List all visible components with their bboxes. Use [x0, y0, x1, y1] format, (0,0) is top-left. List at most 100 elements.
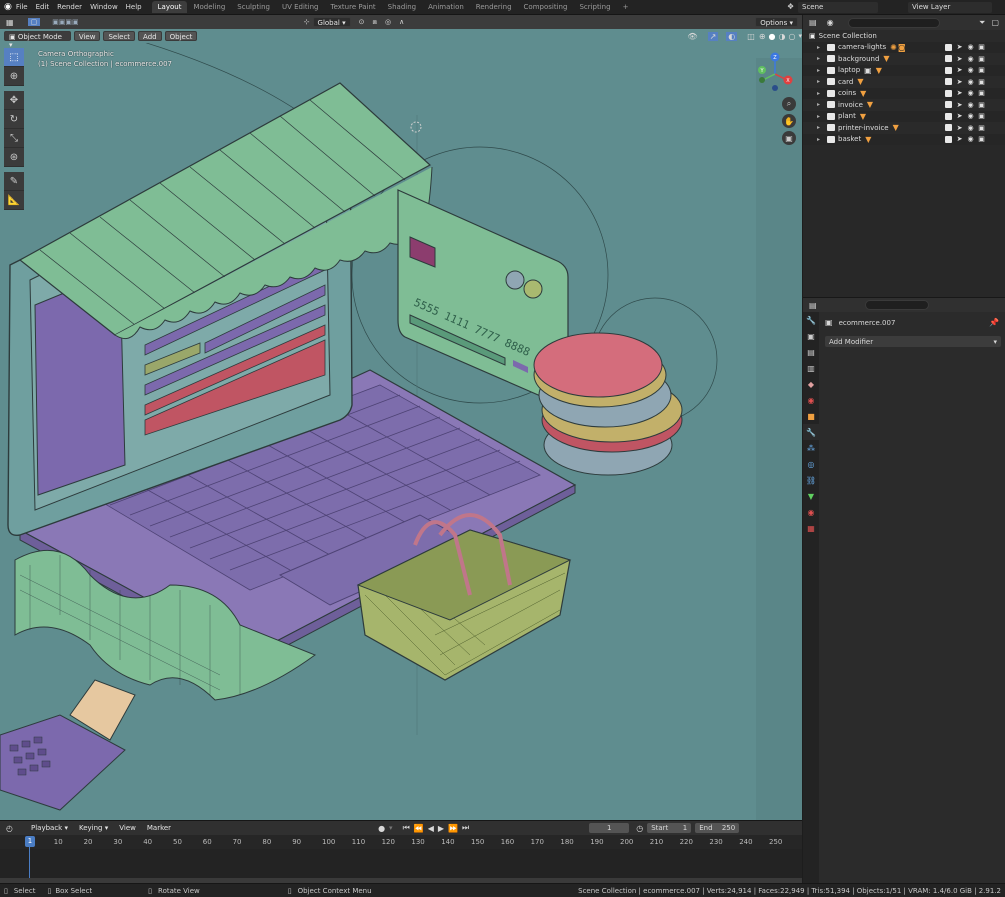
- expand-icon[interactable]: ▸: [817, 90, 825, 97]
- modifier-tab-icon[interactable]: 🔧: [803, 424, 819, 440]
- scene-tab-icon[interactable]: ◆: [803, 376, 819, 392]
- tab-texture-paint[interactable]: Texture Paint: [325, 1, 382, 13]
- expand-icon[interactable]: ▸: [817, 101, 825, 108]
- options-button[interactable]: Options ▾: [755, 17, 798, 27]
- physics-tab-icon[interactable]: ◎: [803, 456, 819, 472]
- timeline-editor-icon[interactable]: ◴: [6, 824, 13, 833]
- tab-rendering[interactable]: Rendering: [470, 1, 518, 13]
- menu-render[interactable]: Render: [53, 3, 86, 11]
- include-checkbox[interactable]: [945, 78, 952, 86]
- overlay-toggle-icon[interactable]: ◐: [726, 31, 738, 41]
- clock-icon[interactable]: ◷: [636, 824, 643, 833]
- properties-editor-icon[interactable]: ▤: [809, 301, 817, 310]
- object-name[interactable]: ecommerce.007: [839, 319, 896, 327]
- menu-window[interactable]: Window: [86, 3, 122, 11]
- material-shading-icon[interactable]: ◑: [779, 32, 786, 41]
- jump-keyframe-forward-icon[interactable]: ⏩: [448, 824, 458, 833]
- menu-select[interactable]: Select: [103, 31, 136, 41]
- annotate-icon[interactable]: ✎: [4, 172, 24, 191]
- xray-icon[interactable]: ◫: [747, 32, 755, 41]
- properties-search-input[interactable]: [864, 300, 929, 310]
- eye-icon[interactable]: ◉: [967, 66, 974, 74]
- start-frame-field[interactable]: Start 1: [647, 823, 692, 833]
- pan-hand-icon[interactable]: ✋: [782, 114, 796, 128]
- menu-edit[interactable]: Edit: [32, 3, 54, 11]
- render-camera-icon[interactable]: ▣: [978, 101, 985, 109]
- measure-icon[interactable]: 📐: [4, 191, 24, 210]
- outliner-item[interactable]: ▸ camera-lights ✺ ◙ ➤ ◉ ▣: [803, 41, 1005, 53]
- eye-icon[interactable]: ◉: [967, 124, 974, 132]
- object-tab-icon[interactable]: ■: [803, 408, 819, 424]
- rotate-icon[interactable]: ↻: [4, 110, 24, 129]
- include-checkbox[interactable]: [945, 55, 952, 63]
- zoom-icon[interactable]: ⌕: [782, 97, 796, 111]
- record-options-icon[interactable]: ▾: [389, 824, 393, 832]
- record-icon[interactable]: ●: [378, 824, 385, 833]
- menu-playback[interactable]: Playback ▾: [27, 823, 72, 833]
- menu-file[interactable]: File: [12, 3, 32, 11]
- play-icon[interactable]: ▶: [438, 824, 444, 833]
- menu-marker[interactable]: Marker: [143, 823, 175, 833]
- shading-options-icon[interactable]: ▾: [798, 32, 802, 40]
- navigation-gizmo[interactable]: Z Y X: [754, 50, 796, 95]
- data-tab-icon[interactable]: ▼: [803, 488, 819, 504]
- render-camera-icon[interactable]: ▣: [978, 43, 985, 51]
- outliner-item[interactable]: ▸ laptop ▣ ▼ ➤ ◉ ▣: [803, 64, 1005, 76]
- move-icon[interactable]: ✥: [4, 91, 24, 110]
- outliner-item[interactable]: ▸ plant ▼ ➤ ◉ ▣: [803, 110, 1005, 122]
- render-camera-icon[interactable]: ▣: [978, 66, 985, 74]
- scene-selector[interactable]: Scene: [798, 2, 878, 13]
- tab-uv-editing[interactable]: UV Editing: [276, 1, 325, 13]
- menu-add[interactable]: Add: [138, 31, 162, 41]
- render-camera-icon[interactable]: ▣: [978, 78, 985, 86]
- eye-icon[interactable]: ◉: [967, 43, 974, 51]
- new-collection-icon[interactable]: ▢: [991, 18, 999, 27]
- 3d-viewport[interactable]: 5555 1111 7777 8888: [0, 15, 802, 820]
- include-checkbox[interactable]: [945, 89, 952, 97]
- include-checkbox[interactable]: [945, 66, 952, 74]
- expand-icon[interactable]: ▸: [817, 55, 825, 62]
- scale-icon[interactable]: ⤡: [4, 129, 24, 148]
- transform-orientation-dropdown[interactable]: Global ▾: [312, 17, 351, 27]
- transform-icon[interactable]: ⊛: [4, 148, 24, 167]
- eye-icon[interactable]: ◉: [967, 55, 974, 63]
- menu-object[interactable]: Object: [164, 31, 198, 41]
- outliner-item[interactable]: ▸ invoice ▼ ➤ ◉ ▣: [803, 99, 1005, 111]
- jump-start-icon[interactable]: ⏮: [403, 823, 410, 833]
- tab-sculpting[interactable]: Sculpting: [231, 1, 276, 13]
- eye-icon[interactable]: ◉: [967, 101, 974, 109]
- mode-dropdown[interactable]: ▣ Object Mode ▾: [4, 31, 71, 49]
- tab-scripting[interactable]: Scripting: [573, 1, 616, 13]
- include-checkbox[interactable]: [945, 101, 952, 109]
- outliner-editor-icon[interactable]: ▤: [809, 18, 817, 27]
- tab-shading[interactable]: Shading: [382, 1, 422, 13]
- tab-modeling[interactable]: Modeling: [187, 1, 231, 13]
- menu-keying[interactable]: Keying ▾: [75, 823, 112, 833]
- outliner-item[interactable]: ▸ basket ▼ ➤ ◉ ▣: [803, 133, 1005, 145]
- tool-tab-icon[interactable]: 🔧: [803, 312, 819, 328]
- render-tab-icon[interactable]: ▣: [803, 328, 819, 344]
- pivot-icon[interactable]: ⊙: [359, 18, 365, 26]
- render-camera-icon[interactable]: ▣: [978, 89, 985, 97]
- scene-collection-row[interactable]: ▣ Scene Collection: [803, 30, 1005, 42]
- visibility-icon[interactable]: 👁: [687, 32, 697, 41]
- blender-logo-icon[interactable]: ◉: [4, 2, 12, 12]
- box-select-icon[interactable]: ▣▣▣▣: [52, 18, 78, 26]
- particles-tab-icon[interactable]: ⁂: [803, 440, 819, 456]
- select-arrow-icon[interactable]: ➤: [956, 55, 963, 63]
- output-tab-icon[interactable]: ▤: [803, 344, 819, 360]
- pin-icon[interactable]: 📌: [989, 318, 999, 327]
- tab-animation[interactable]: Animation: [422, 1, 470, 13]
- material-tab-icon[interactable]: ◉: [803, 504, 819, 520]
- expand-icon[interactable]: ▸: [817, 124, 825, 131]
- select-arrow-icon[interactable]: ➤: [956, 78, 963, 86]
- add-workspace-button[interactable]: +: [617, 1, 635, 13]
- outliner-item[interactable]: ▸ coins ▼ ➤ ◉ ▣: [803, 87, 1005, 99]
- include-checkbox[interactable]: [945, 135, 952, 143]
- menu-timeline-view[interactable]: View: [115, 823, 140, 833]
- tab-layout[interactable]: Layout: [151, 1, 188, 13]
- expand-icon[interactable]: ▸: [817, 78, 825, 85]
- select-mode-icon[interactable]: ▢: [27, 18, 41, 26]
- play-reverse-icon[interactable]: ◀: [428, 824, 434, 833]
- select-arrow-icon[interactable]: ➤: [956, 66, 963, 74]
